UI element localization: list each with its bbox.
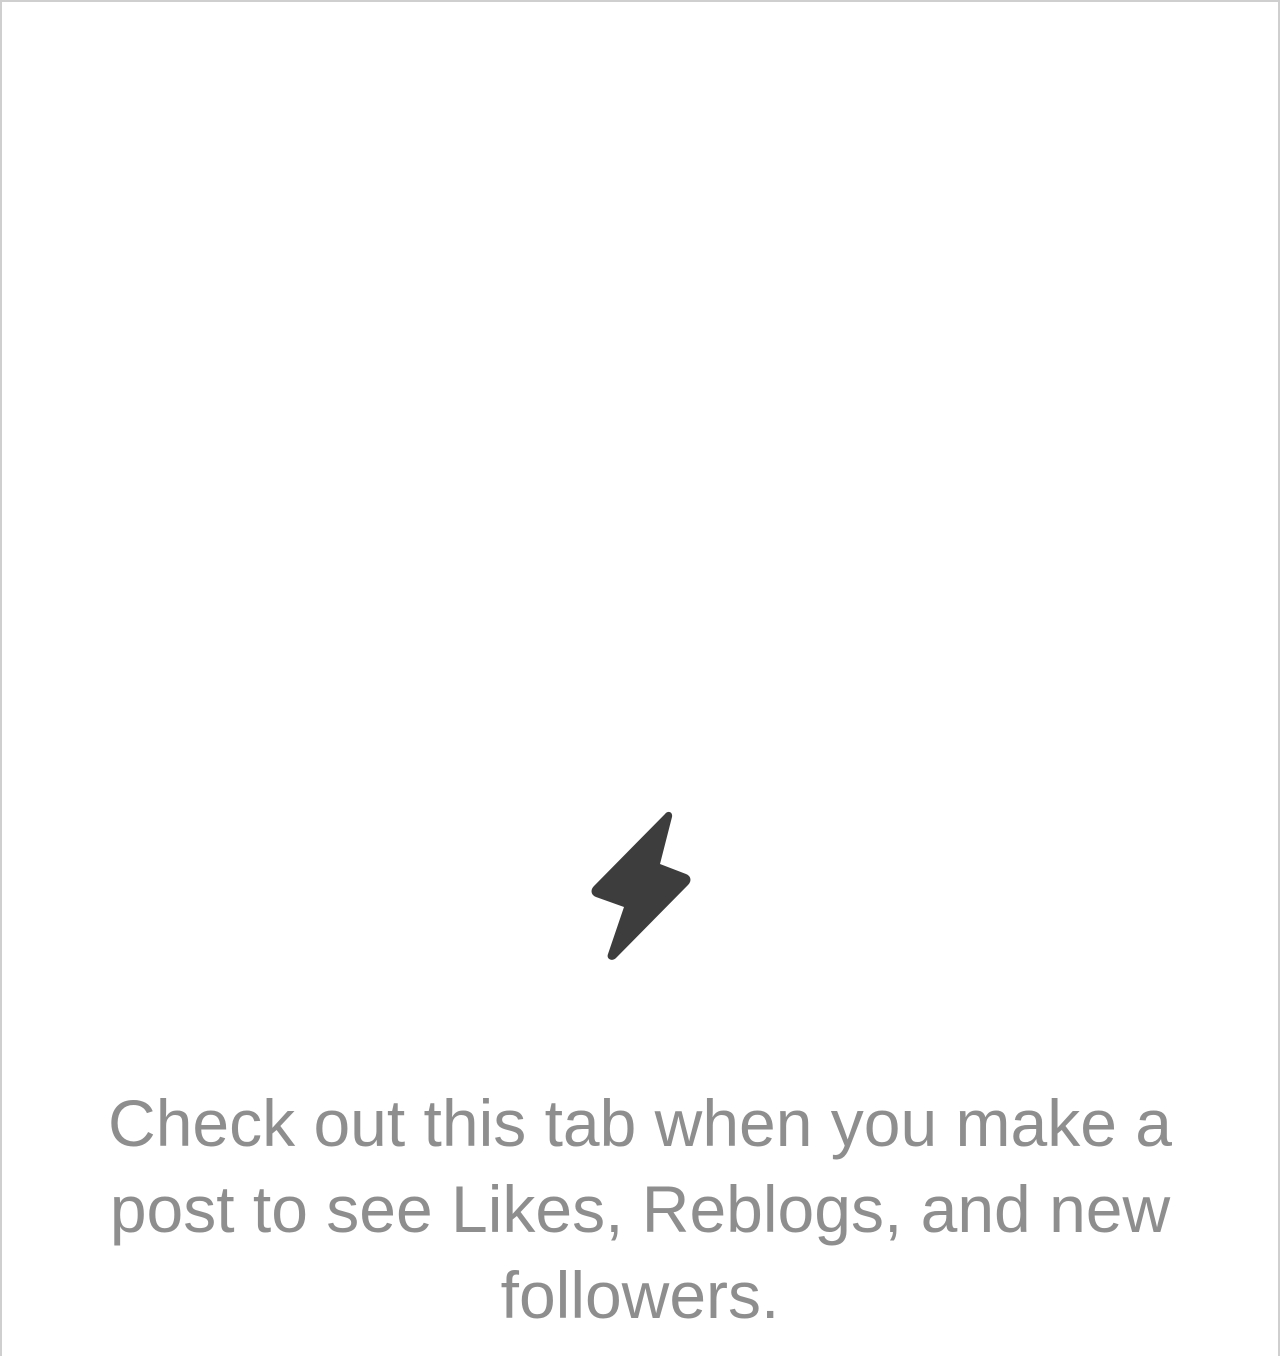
lightning-bolt-icon bbox=[591, 811, 691, 960]
activity-empty-state: Check out this tab when you make a post … bbox=[2, 802, 1278, 1338]
empty-state-message: Check out this tab when you make a post … bbox=[108, 1086, 1172, 1332]
activity-tab-panel: Check out this tab when you make a post … bbox=[0, 0, 1280, 1356]
